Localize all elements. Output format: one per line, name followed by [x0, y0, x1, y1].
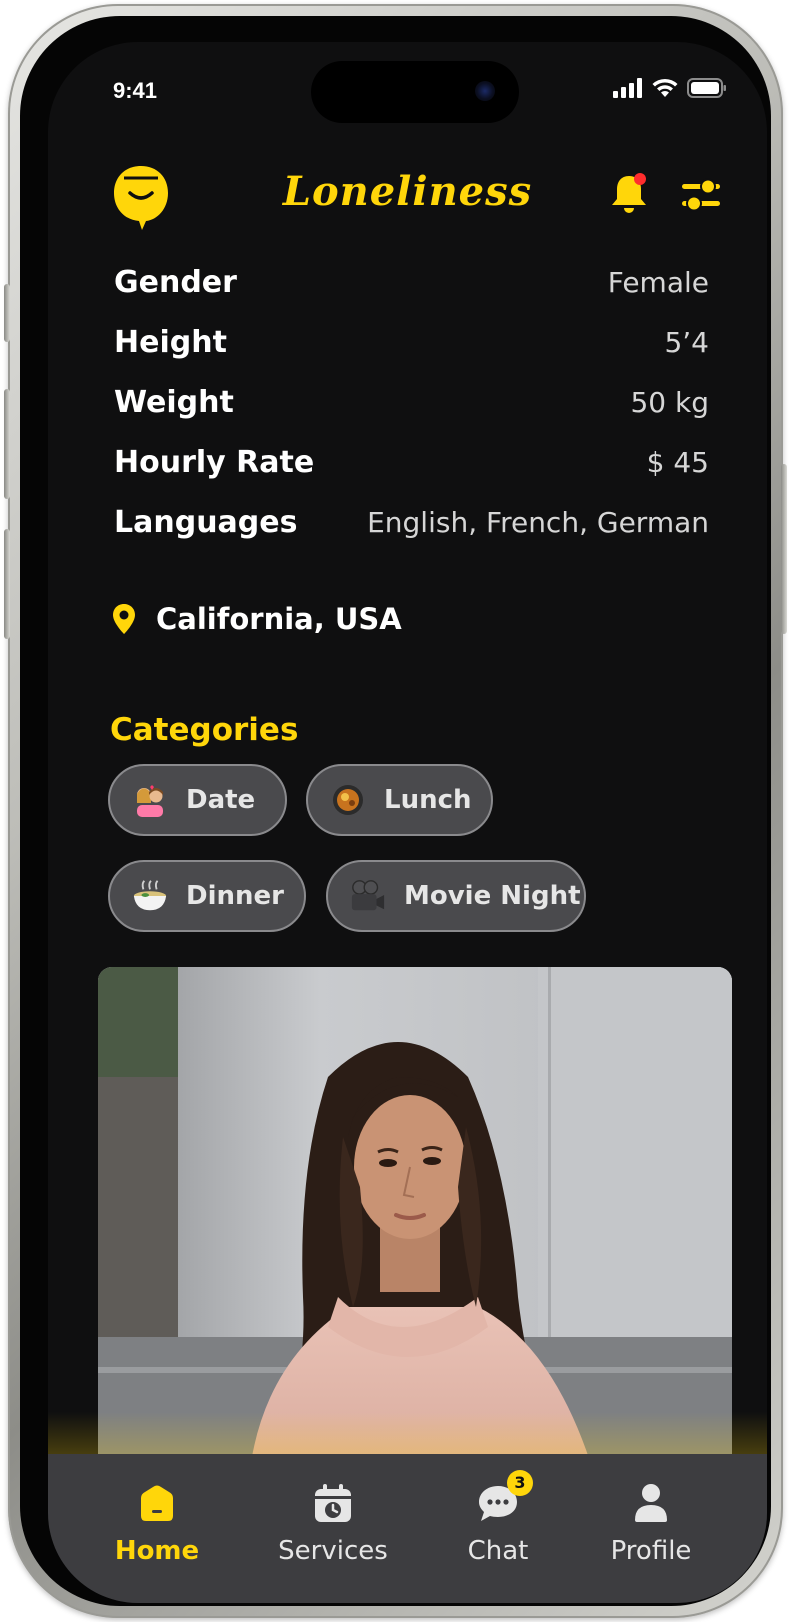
- detail-value: 5’4: [664, 325, 709, 359]
- signal-icon: [613, 78, 642, 98]
- category-chip-lunch[interactable]: Lunch: [306, 764, 493, 836]
- tab-chat[interactable]: 3 Chat: [423, 1470, 573, 1566]
- app-screen: 9:41 Loneliness Gender Female Height 5’4…: [48, 42, 767, 1603]
- detail-label: Height: [114, 324, 227, 360]
- dynamic-island: [311, 61, 519, 123]
- home-icon: [82, 1480, 232, 1526]
- detail-label: Gender: [114, 264, 237, 300]
- filter-button[interactable]: [680, 176, 722, 214]
- category-label: Dinner: [186, 881, 284, 911]
- front-camera: [475, 81, 495, 101]
- detail-label: Weight: [114, 384, 234, 420]
- phone-frame: 9:41 Loneliness Gender Female Height 5’4…: [4, 4, 787, 1618]
- profile-photo[interactable]: [98, 967, 732, 1487]
- tab-services[interactable]: Services: [258, 1480, 408, 1566]
- chat-bubble-icon: 3: [423, 1470, 573, 1526]
- map-pin-icon: [113, 604, 135, 634]
- tab-label: Services: [278, 1536, 388, 1566]
- detail-row-gender: Gender Female: [114, 252, 709, 312]
- location-text: California, USA: [156, 602, 402, 636]
- bell-icon: [612, 173, 646, 213]
- phone-bezel: 9:41 Loneliness Gender Female Height 5’4…: [20, 16, 771, 1606]
- person-icon: [576, 1480, 726, 1526]
- top-bar: Loneliness: [48, 164, 767, 234]
- power-button: [781, 464, 787, 634]
- bottom-tab-bar: Home Services 3 Chat Profile: [48, 1454, 767, 1603]
- action-button: [4, 284, 10, 342]
- sliders-icon: [682, 178, 720, 212]
- detail-value: Female: [607, 265, 709, 299]
- profile-photo-illustration: [98, 967, 732, 1487]
- detail-value: English, French, German: [367, 505, 709, 539]
- category-chip-dinner[interactable]: Dinner: [108, 860, 306, 932]
- dinner-bowl-emoji-icon: [132, 878, 168, 914]
- tab-home[interactable]: Home: [82, 1480, 232, 1566]
- calendar-clock-icon: [258, 1480, 408, 1526]
- detail-value: 50 kg: [630, 385, 709, 419]
- location: California, USA: [112, 602, 402, 636]
- tabbar-glow: [48, 1412, 767, 1457]
- lunch-pan-emoji-icon: [330, 782, 366, 818]
- status-icons: [613, 78, 727, 98]
- chat-unread-badge: 3: [507, 1470, 533, 1496]
- tab-label: Chat: [467, 1536, 529, 1566]
- detail-label: Languages: [114, 504, 298, 540]
- detail-label: Hourly Rate: [114, 444, 315, 480]
- battery-icon: [687, 78, 726, 98]
- detail-row-weight: Weight 50 kg: [114, 372, 709, 432]
- couple-emoji-icon: [132, 782, 168, 818]
- detail-row-hourly-rate: Hourly Rate $ 45: [114, 432, 709, 492]
- category-label: Movie Night: [404, 881, 581, 911]
- categories-title: Categories: [110, 712, 299, 748]
- status-time: 9:41: [113, 78, 158, 103]
- category-label: Date: [186, 785, 256, 815]
- volume-down-button: [4, 529, 10, 639]
- category-label: Lunch: [384, 785, 472, 815]
- volume-up-button: [4, 389, 10, 499]
- app-title: Loneliness: [282, 168, 533, 215]
- detail-value: $ 45: [646, 445, 709, 479]
- wifi-icon: [652, 78, 678, 97]
- category-chip-date[interactable]: Date: [108, 764, 287, 836]
- tab-profile[interactable]: Profile: [576, 1480, 726, 1566]
- tab-label: Home: [114, 1536, 200, 1566]
- movie-camera-emoji-icon: [350, 878, 386, 914]
- tab-label: Profile: [610, 1536, 692, 1566]
- category-chip-movie-night[interactable]: Movie Night: [326, 860, 586, 932]
- notifications-button[interactable]: [608, 172, 650, 216]
- detail-row-height: Height 5’4: [114, 312, 709, 372]
- profile-details: Gender Female Height 5’4 Weight 50 kg Ho…: [114, 252, 709, 552]
- detail-row-languages: Languages English, French, German: [114, 492, 709, 552]
